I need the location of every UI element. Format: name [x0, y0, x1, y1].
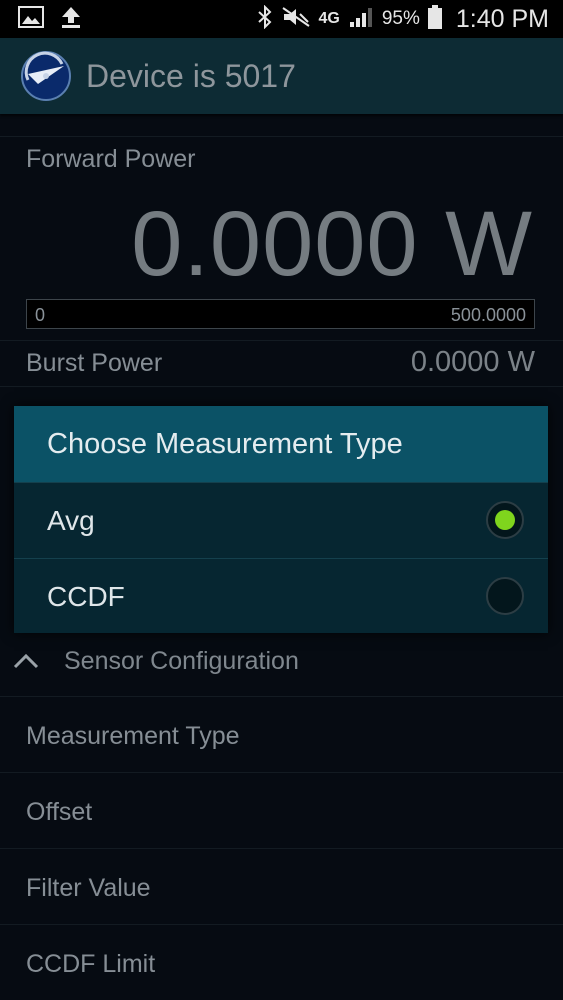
- forward-power-value: 0.0000 W: [131, 193, 533, 295]
- measurement-type-item[interactable]: Measurement Type: [26, 722, 240, 751]
- divider: [0, 848, 563, 849]
- ccdf-limit-item[interactable]: CCDF Limit: [26, 950, 155, 979]
- forward-power-label: Forward Power: [26, 145, 196, 173]
- divider: [0, 772, 563, 773]
- divider: [0, 696, 563, 697]
- battery-icon: [427, 4, 442, 34]
- option-avg[interactable]: Avg: [14, 482, 548, 558]
- option-label: CCDF: [47, 580, 125, 612]
- page-title: Device is 5017: [86, 57, 296, 94]
- gauge-logo-icon[interactable]: [20, 50, 72, 102]
- network-type: 4G: [318, 10, 340, 27]
- mute-icon: [281, 6, 311, 33]
- option-ccdf[interactable]: CCDF: [14, 558, 548, 634]
- upload-icon: [60, 5, 82, 34]
- divider: [0, 386, 563, 387]
- bar-min-label: 0: [35, 305, 46, 325]
- divider: [0, 136, 563, 137]
- offset-item[interactable]: Offset: [26, 798, 92, 827]
- filter-value-item[interactable]: Filter Value: [26, 874, 151, 903]
- measurement-type-dialog: Choose Measurement Type Avg CCDF: [14, 406, 548, 633]
- bluetooth-icon: [257, 4, 273, 34]
- battery-percent: 95%: [381, 8, 420, 29]
- dialog-title: Choose Measurement Type: [14, 406, 548, 482]
- burst-power-value: 0.0000 W: [410, 346, 535, 378]
- sensor-configuration-label: Sensor Configuration: [64, 646, 299, 675]
- radio-button-selected[interactable]: [486, 501, 524, 539]
- divider: [0, 340, 563, 341]
- signal-icon: [348, 6, 374, 33]
- status-bar: 4G 95% 1:40 PM: [0, 0, 563, 38]
- forward-power-bar: 0 500.0000: [26, 299, 535, 329]
- bar-max-label: 500.0000: [450, 305, 526, 325]
- option-label: Avg: [47, 504, 95, 536]
- chevron-up-icon: [12, 651, 40, 671]
- clock: 1:40 PM: [455, 4, 549, 33]
- action-bar: Device is 5017: [0, 38, 563, 114]
- sensor-configuration-header[interactable]: Sensor Configuration: [0, 632, 563, 690]
- radio-button[interactable]: [486, 577, 524, 615]
- divider: [0, 924, 563, 925]
- gallery-icon: [18, 5, 44, 33]
- burst-power-label: Burst Power: [26, 349, 163, 377]
